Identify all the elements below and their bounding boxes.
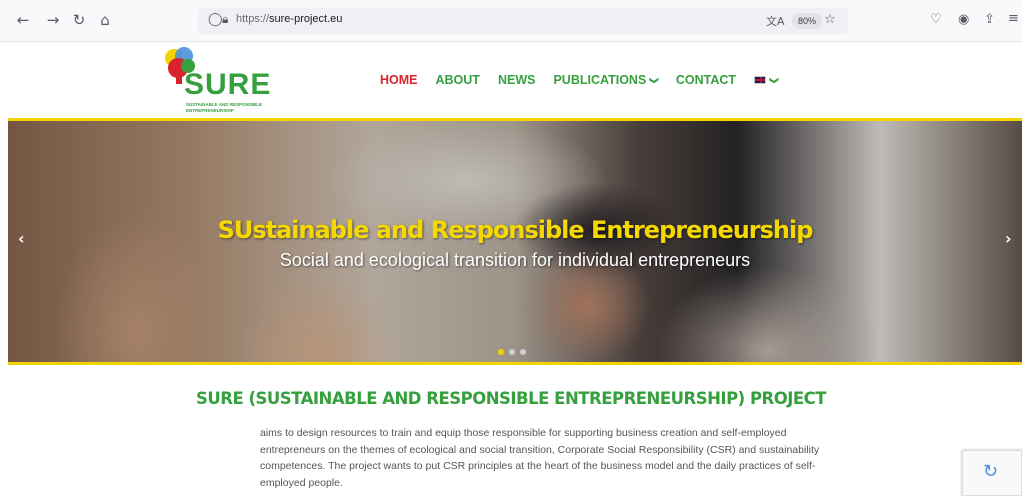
- bookmark-star-icon[interactable]: ☆: [824, 12, 836, 27]
- intro-paragraph: aims to design resources to train and eq…: [260, 427, 820, 489]
- site-header: SURE Sustainable and Responsible Entrepr…: [0, 42, 1022, 118]
- hero-divider: [8, 362, 1022, 365]
- nav-contact[interactable]: CONTACT: [676, 73, 736, 87]
- browser-toolbar: ← → ↻ ⌂ ◯ 🔒︎ https://sure-project.eu 文A …: [0, 0, 1022, 42]
- slider-dot[interactable]: [498, 349, 504, 355]
- site-logo[interactable]: SURE Sustainable and Responsible Entrepr…: [160, 46, 270, 116]
- back-arrow-icon[interactable]: ←: [14, 11, 32, 29]
- logo-tagline: Sustainable and Responsible Entrepreneur…: [186, 102, 263, 113]
- nav-publications[interactable]: PUBLICATIONS ❯: [553, 73, 660, 87]
- url-bar[interactable]: ◯ 🔒︎ https://sure-project.eu 文A 80% ☆: [198, 8, 848, 34]
- main-navigation: HOME ABOUT NEWS PUBLICATIONS ❯ CONTACT ❯: [380, 73, 796, 87]
- shield-icon[interactable]: ◯: [208, 12, 223, 27]
- nav-news[interactable]: NEWS: [498, 73, 536, 87]
- menu-icon[interactable]: ≡: [1008, 11, 1019, 26]
- nav-about[interactable]: ABOUT: [436, 73, 480, 87]
- pocket-icon[interactable]: ♡: [930, 12, 942, 27]
- slider-dots: [498, 349, 526, 355]
- chevron-down-icon: ❯: [649, 76, 660, 84]
- hero-title: SUstainable and Responsible Entrepreneur…: [217, 216, 814, 244]
- lock-icon[interactable]: 🔒︎: [222, 12, 228, 27]
- hero-subtitle: Social and ecological transition for ind…: [279, 250, 751, 270]
- forward-arrow-icon[interactable]: →: [44, 11, 62, 29]
- account-icon[interactable]: ◉: [958, 12, 969, 27]
- hero-slider: ‹ › SUstainable and Responsible Entrepre…: [8, 121, 1022, 362]
- extensions-icon[interactable]: ⇪: [984, 12, 995, 27]
- nav-home[interactable]: HOME: [380, 73, 418, 87]
- logo-wordmark: SURE: [184, 68, 272, 101]
- slider-dot[interactable]: [509, 349, 515, 355]
- chevron-down-icon: ❯: [769, 76, 780, 84]
- zoom-level-badge[interactable]: 80%: [792, 13, 823, 29]
- translate-icon[interactable]: 文A: [766, 13, 785, 29]
- nav-publications-label: PUBLICATIONS: [553, 73, 647, 87]
- recaptcha-badge[interactable]: ↻: [962, 450, 1022, 496]
- section-heading: SURE (SUSTAINABLE AND RESPONSIBLE ENTREP…: [195, 389, 827, 408]
- slider-dot[interactable]: [520, 349, 526, 355]
- url-text[interactable]: https://sure-project.eu: [236, 13, 342, 25]
- uk-flag-icon: [754, 76, 767, 84]
- recaptcha-icon: ↻: [983, 461, 999, 482]
- reload-icon[interactable]: ↻: [70, 11, 88, 29]
- language-selector[interactable]: ❯: [754, 73, 780, 87]
- home-icon[interactable]: ⌂: [96, 11, 114, 29]
